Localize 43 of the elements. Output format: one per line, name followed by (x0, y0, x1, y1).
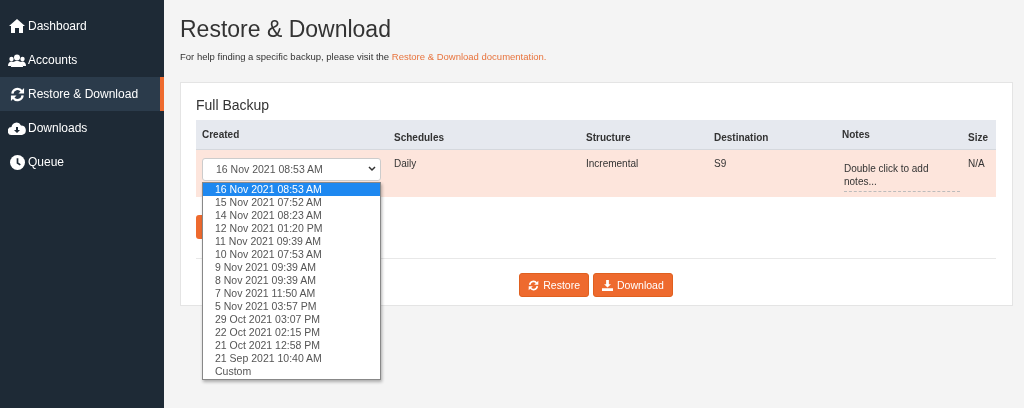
dropdown-option[interactable]: 22 Oct 2021 02:15 PM (203, 325, 380, 339)
notes-field[interactable]: Double click to add notes... (844, 157, 960, 192)
sync-icon (528, 279, 540, 291)
help-text: For help finding a specific backup, please visit the Restore & Download documentation. (180, 51, 548, 62)
column-header: Schedules (388, 120, 580, 149)
sidebar-item[interactable]: Dashboard (0, 9, 164, 43)
table-cell: Incremental (580, 149, 708, 197)
dropdown-option[interactable]: Custom (203, 364, 380, 378)
clock-icon (9, 154, 25, 170)
dropdown-option[interactable]: 15 Nov 2021 07:52 AM (203, 195, 380, 209)
table-cell: N/A (962, 149, 996, 197)
dropdown-option[interactable]: 8 Nov 2021 09:39 AM (203, 273, 380, 287)
cloud-download-icon (8, 121, 26, 135)
users-icon (8, 53, 26, 67)
dropdown-option[interactable]: 16 Nov 2021 08:53 AM (203, 182, 380, 196)
column-header: Structure (580, 120, 708, 149)
dropdown-option[interactable]: 14 Nov 2021 08:23 AM (203, 208, 380, 222)
dropdown-option[interactable]: 7 Nov 2021 11:50 AM (203, 286, 380, 300)
column-header: Notes (836, 120, 962, 149)
sync-icon (9, 86, 25, 102)
sidebar-item[interactable]: Restore & Download (0, 77, 164, 111)
section-title: Full Backup (196, 97, 271, 113)
dropdown-option[interactable]: 10 Nov 2021 07:53 AM (203, 247, 380, 261)
table-cell: S9 (708, 149, 836, 197)
sidebar-item[interactable]: Accounts (0, 43, 164, 77)
sidebar-item[interactable]: Downloads (0, 111, 164, 145)
dropdown-option[interactable]: 21 Sep 2021 10:40 AM (203, 351, 380, 365)
page-title: Restore & Download (180, 16, 392, 43)
download-icon (602, 279, 614, 291)
date-select[interactable]: 16 Nov 2021 08:53 AM (202, 157, 381, 181)
dropdown-option[interactable]: 12 Nov 2021 01:20 PM (203, 221, 380, 235)
dropdown-option[interactable]: 29 Oct 2021 03:07 PM (203, 312, 380, 326)
sidebar-item[interactable]: Queue (0, 145, 164, 179)
dropdown-option[interactable]: 5 Nov 2021 03:57 PM (203, 299, 380, 313)
dropdown-option[interactable]: 21 Oct 2021 12:58 PM (203, 338, 380, 352)
dropdown-option[interactable]: 11 Nov 2021 09:39 AM (203, 234, 380, 248)
home-icon (9, 19, 25, 33)
column-header: Destination (708, 120, 836, 149)
column-header: Created (196, 120, 388, 149)
table-cell: Daily (388, 149, 580, 197)
column-header: Size (962, 120, 996, 149)
chevron-icon (368, 166, 376, 172)
dropdown-option[interactable]: 9 Nov 2021 09:39 AM (203, 260, 380, 274)
